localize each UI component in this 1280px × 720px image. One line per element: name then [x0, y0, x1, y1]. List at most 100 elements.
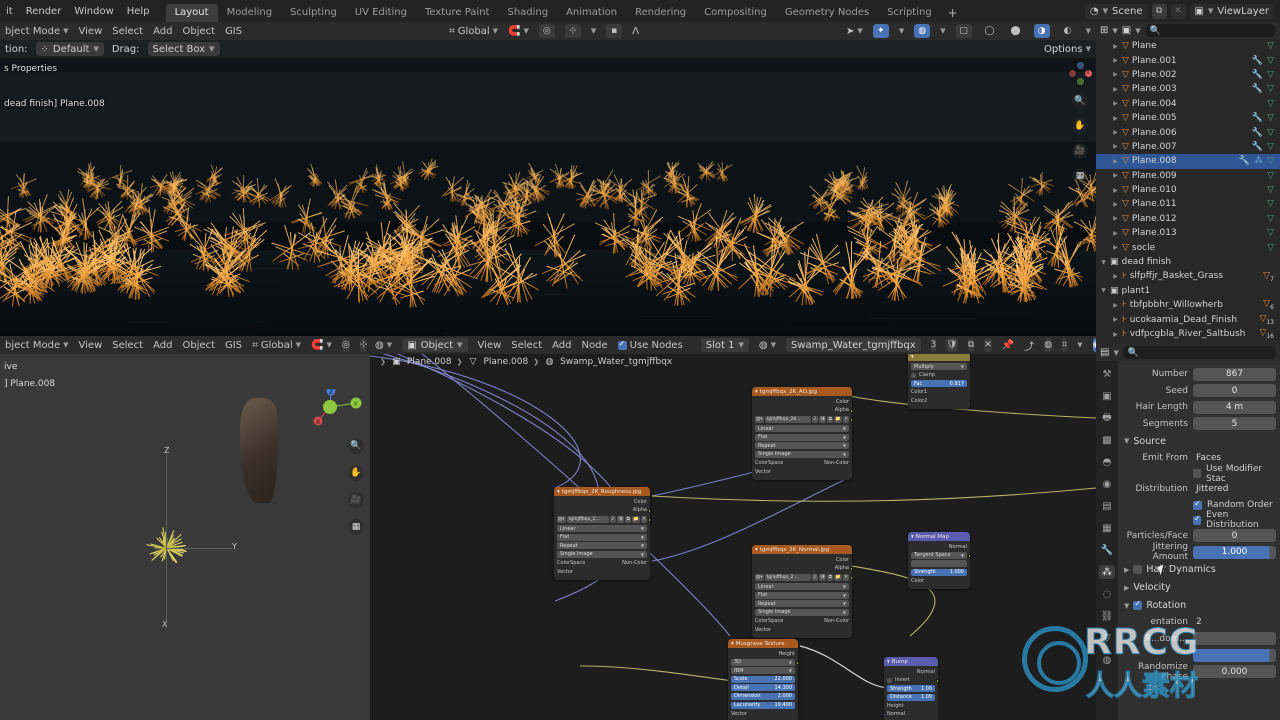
menu-add[interactable]: Add	[552, 340, 571, 351]
image-users-count[interactable]: 2	[609, 515, 616, 523]
zoom-icon[interactable]: 🔍	[348, 438, 364, 454]
output-socket[interactable]	[850, 576, 852, 580]
expand-triangle-icon[interactable]: ▶	[1112, 129, 1119, 136]
node-collapse-icon[interactable]: ▾	[731, 641, 734, 647]
node-checkbox-clamp[interactable]: Clamp	[911, 372, 967, 379]
output-socket[interactable]	[850, 409, 852, 413]
tab-modeling[interactable]: Modeling	[218, 4, 282, 22]
node-dropdown[interactable]: Repeat ▼	[557, 542, 647, 550]
field-randomize[interactable]: R...dom...	[1122, 632, 1276, 646]
modifier-tab-icon[interactable]: 🔧	[1099, 543, 1115, 557]
gizmo-axis-dot[interactable]	[1076, 61, 1084, 69]
visibility-filter[interactable]: ➤ ▼	[846, 26, 863, 37]
expand-triangle-icon[interactable]: ▶	[1112, 230, 1119, 237]
value-segments[interactable]: 5	[1193, 417, 1276, 430]
modifier-icon[interactable]: 🔧	[1252, 128, 1263, 138]
menu-add[interactable]: Add	[153, 340, 172, 351]
tab-compositing[interactable]: Compositing	[695, 4, 776, 22]
checkbox-even-distribution[interactable]: Even Distribution	[1122, 510, 1276, 530]
mesh-data-icon[interactable]: ▽	[1267, 113, 1274, 123]
node-musgrave[interactable]: ▾ Musgrave Texture Height 3D ▼ fBM ▼ Scale 22.00…	[728, 639, 798, 720]
menu-object[interactable]: Object	[182, 340, 215, 351]
new-image-icon[interactable]: ⧉	[827, 415, 834, 423]
node-img-ao[interactable]: ▾ tgmjffbqx_2K_AO.jpg Color Alpha ▤▾ tgmjffbq…	[752, 387, 852, 480]
output-socket[interactable]	[648, 518, 650, 522]
expand-triangle-icon[interactable]: ▶	[1112, 201, 1119, 208]
output-tab-icon[interactable]: 🖶	[1099, 411, 1115, 425]
menu-select[interactable]: Select	[511, 340, 542, 351]
new-scene-button[interactable]: ⧉	[1151, 3, 1167, 19]
shader-editor-icon[interactable]: ◍ ▼	[375, 340, 392, 351]
menu-node[interactable]: Node	[582, 340, 608, 351]
gizmos-icon[interactable]: ✦	[872, 24, 889, 38]
value-randomize[interactable]	[1193, 632, 1276, 645]
shading-solid-icon[interactable]: ⬤	[1008, 24, 1024, 38]
node-dropdown[interactable]: Flat ▼	[755, 591, 849, 599]
node-output-height[interactable]: Height	[731, 650, 795, 657]
image-users-count[interactable]: 2	[811, 415, 818, 423]
mode-selector[interactable]: bject Mode ▼	[5, 340, 69, 351]
add-workspace-button[interactable]: +	[941, 4, 965, 22]
node-img-normal[interactable]: ▾ tgmjffbqx_2K_Normal.jpg Color Alpha ▤▾ tgmj…	[752, 545, 852, 638]
node-image-selector[interactable]: ▤▾ tgmjffbqx_2... 2 🛡 ⧉ 📁 ✕	[755, 573, 849, 581]
pivot-point-icon[interactable]: ⊹	[564, 24, 581, 38]
outliner-row-slfpffjr-basket-grass[interactable]: ▶ ⊦ slfpffjr_Basket_Grass ▽7	[1096, 269, 1280, 283]
modifier-icon[interactable]: 🔧	[1252, 113, 1263, 123]
node-options-icon[interactable]: ◉	[1092, 338, 1096, 352]
grid-icon[interactable]: ▦	[348, 519, 364, 535]
expand-triangle-icon[interactable]: ▶	[1112, 115, 1119, 122]
pan-hand-icon[interactable]: ✋	[1072, 118, 1088, 134]
node-input-color2[interactable]: Color2	[911, 397, 967, 404]
transform-orientation-selector[interactable]: ⌗ Global ▼	[449, 26, 498, 37]
expand-triangle-icon[interactable]: ▶	[1112, 143, 1119, 150]
properties-editor-icon[interactable]: ▤	[1100, 347, 1109, 358]
new-image-icon[interactable]: ⧉	[827, 573, 834, 581]
expand-triangle-icon[interactable]: ▶	[1112, 43, 1119, 50]
image-browse-icon[interactable]: ▤▾	[557, 515, 566, 523]
menu-window[interactable]: Window	[74, 6, 113, 17]
node-dropdown[interactable]: 3D ▼	[731, 658, 795, 666]
modifier-icon[interactable]: 🔧	[1252, 142, 1263, 152]
shading-wireframe-icon[interactable]: ◯	[982, 24, 998, 38]
node-collapse-icon[interactable]: ▾	[755, 389, 758, 395]
tool-preset-selector[interactable]: ⁘ Default ▼	[35, 42, 104, 56]
outliner-search-input[interactable]: 🔍	[1144, 24, 1276, 37]
unlink-x-icon[interactable]: ✕	[984, 338, 992, 352]
field-distribution[interactable]: Distribution Jittered	[1122, 482, 1276, 496]
node-dropdown[interactable]: Multiply ▼	[911, 363, 967, 370]
transform-orientation-selector[interactable]: ⌗ Global ▼	[252, 340, 301, 351]
render-tab-icon[interactable]: ▣	[1099, 389, 1115, 403]
material-slot-selector[interactable]: Slot 1 ▼	[700, 338, 749, 352]
node-output-normal[interactable]: Normal	[911, 543, 967, 550]
outliner-display-mode-icon[interactable]: ⊞	[1100, 25, 1108, 36]
node-input-height[interactable]: Height	[887, 702, 935, 709]
node-input-color1[interactable]: Color1	[911, 389, 967, 396]
expand-triangle-icon[interactable]: ▼	[1100, 259, 1107, 266]
snap-target-icon[interactable]: ▪	[606, 24, 623, 38]
menu-render[interactable]: Render	[26, 6, 62, 17]
outliner-row-vdfpcgbla-river-saltbush[interactable]: ▶ ⊦ vdfpcgbla_River_Saltbush ▽16	[1096, 327, 1280, 341]
drag-mode-selector[interactable]: Select Box ▼	[147, 42, 220, 56]
scene-selector[interactable]: ◔ ▼ Scene	[1084, 3, 1148, 19]
node-input-vector[interactable]: Vector	[755, 468, 849, 475]
section-rotation[interactable]: ▼ Rotation	[1124, 598, 1276, 613]
fake-user-icon[interactable]: 🛡	[818, 415, 827, 423]
node-output-alpha[interactable]: Alpha	[755, 407, 849, 414]
node-overlay-icon[interactable]: ◍	[1044, 338, 1053, 352]
expand-triangle-icon[interactable]: ▶	[1112, 86, 1119, 93]
material-tab-icon[interactable]: ◍	[1099, 653, 1115, 667]
world-tab-icon[interactable]: ◉	[1099, 477, 1115, 491]
node-dropdown[interactable]: fBM ▼	[731, 667, 795, 675]
new-material-icon[interactable]: ⧉	[967, 338, 975, 352]
menu-edit-partial[interactable]: it	[6, 6, 13, 17]
node-input-color[interactable]: Color	[911, 577, 967, 584]
expand-triangle-icon[interactable]: ▶	[1112, 302, 1119, 309]
input-socket[interactable]	[752, 637, 754, 638]
outliner-row-plane-006[interactable]: ▶ ▽ Plane.006 🔧 ▽	[1096, 125, 1280, 139]
scene-tab-icon[interactable]: ◓	[1099, 455, 1115, 469]
output-socket[interactable]	[850, 567, 852, 571]
view-layer-tab-icon[interactable]: ▩	[1099, 433, 1115, 447]
fake-user-shield-icon[interactable]: 🛡	[946, 338, 958, 352]
menu-object[interactable]: Object	[182, 26, 215, 37]
input-socket[interactable]	[554, 579, 556, 580]
